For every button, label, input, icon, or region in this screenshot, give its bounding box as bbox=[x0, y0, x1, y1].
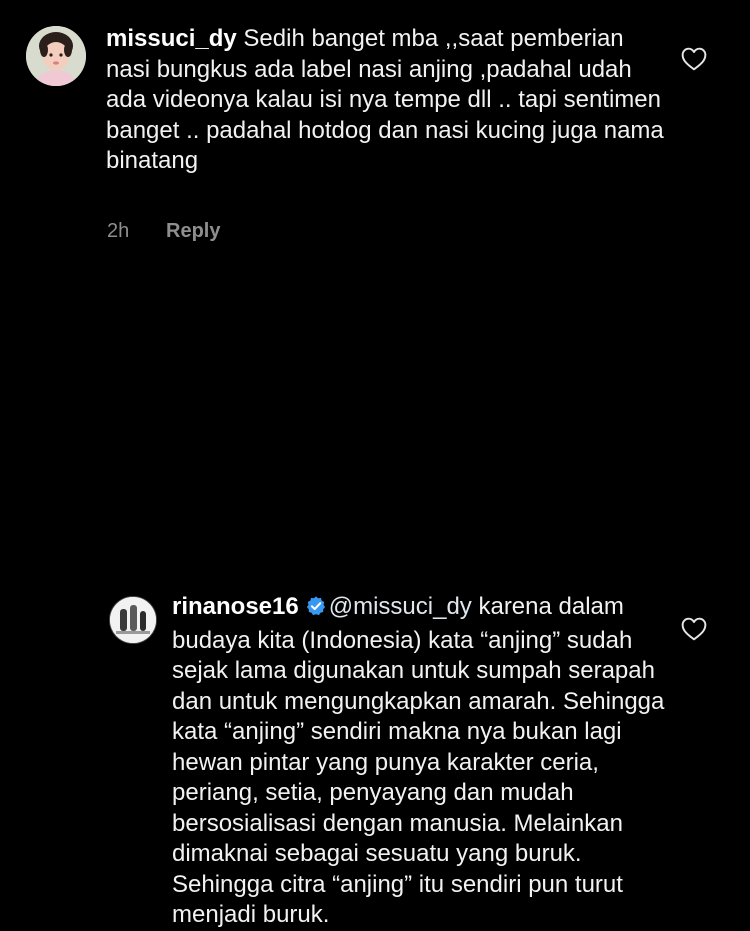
comment-body: karena dalam budaya kita (Indonesia) kat… bbox=[172, 593, 665, 928]
reply-comment-rinanose16: rinanose16 @missuci_dy karena dalam buday… bbox=[0, 290, 750, 928]
comment-username[interactable]: missuci_dy bbox=[106, 25, 237, 52]
comment-timestamp: 2h bbox=[107, 220, 130, 242]
mention-link[interactable]: @missuci_dy bbox=[329, 593, 472, 620]
avatar-photo bbox=[110, 597, 156, 643]
reply-button[interactable]: Reply bbox=[166, 220, 220, 243]
comment-text: rinanose16 @missuci_dy karena dalam buday… bbox=[172, 592, 672, 931]
heart-icon[interactable] bbox=[681, 47, 707, 71]
comment-username[interactable]: rinanose16 bbox=[172, 593, 299, 620]
comment-text: missuci_dy Sedih banget mba ,,saat pembe… bbox=[106, 24, 666, 177]
verified-badge-icon bbox=[305, 595, 327, 626]
avatar[interactable] bbox=[26, 26, 86, 86]
avatar[interactable] bbox=[109, 596, 157, 644]
avatar-photo bbox=[26, 26, 86, 86]
comment-missuci-dy: missuci_dy Sedih banget mba ,,saat pembe… bbox=[0, 0, 750, 260]
heart-icon[interactable] bbox=[681, 617, 707, 641]
